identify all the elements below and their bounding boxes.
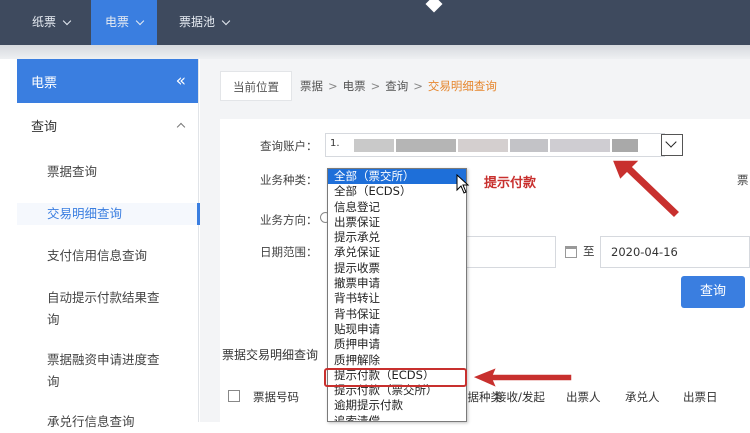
chevron-up-icon — [176, 122, 186, 132]
dropdown-option[interactable]: 背书转让 — [328, 291, 466, 306]
dropdown-option[interactable]: 质押解除 — [328, 353, 466, 368]
tab-paper-bill[interactable]: 纸票 — [18, 0, 84, 45]
dropdown-option[interactable]: 提示承兑 — [328, 230, 466, 245]
tab-label: 纸票 — [32, 15, 57, 29]
sidebar-item-auto-payment-result[interactable]: 自动提示付款结果查询 — [17, 287, 199, 331]
result-section-title: 票据交易明细查询 — [222, 348, 319, 362]
right-edge-label: 票 — [737, 173, 749, 187]
breadcrumb: 当前位置 票据 > 电票 > 查询 > 交易明细查询 — [220, 71, 497, 101]
dropdown-option[interactable]: 信息登记 — [328, 200, 466, 215]
sidebar: 电票 « 查询 票据查询 交易明细查询 支付信用信息查询 自动提示付款结果查询 … — [17, 59, 200, 429]
sidebar-title: 电票 — [31, 75, 58, 91]
annotation-text: 提示付款 — [484, 176, 537, 191]
account-dropdown-arrow[interactable] — [661, 134, 683, 156]
header-shadow — [0, 45, 750, 59]
chevron-down-icon — [221, 16, 231, 25]
sidebar-item-acceptor-info[interactable]: 承兑行信息查询 — [17, 411, 199, 433]
chevron-down-icon — [62, 16, 72, 25]
biz-type-label: 业务种类： — [260, 173, 318, 187]
dropdown-option[interactable]: 逾期提示付款 — [328, 398, 466, 413]
dropdown-option[interactable]: 全部（ECDS） — [328, 184, 466, 199]
masked-account-blur — [354, 139, 394, 152]
account-select[interactable]: 1. — [325, 133, 665, 157]
sidebar-item-financing-progress[interactable]: 票据融资申请进度查询 — [17, 349, 199, 393]
query-button[interactable]: 查询 — [681, 276, 745, 308]
query-panel — [220, 119, 750, 422]
column-header: 承兑人 — [625, 390, 660, 404]
dropdown-option[interactable]: 贴现申请 — [328, 322, 466, 337]
sidebar-group-query[interactable]: 查询 — [17, 103, 198, 147]
account-label: 查询账户： — [260, 139, 318, 153]
breadcrumb-current-position: 当前位置 — [220, 71, 292, 101]
nav-pointer-notch — [425, 0, 443, 13]
sidebar-header: 电票 « — [17, 59, 198, 103]
tab-electronic-bill[interactable]: 电票 — [91, 0, 158, 45]
breadcrumb-item[interactable]: 电票 — [343, 78, 366, 94]
column-header: 票据号码 — [253, 390, 299, 404]
dropdown-option[interactable]: 出票保证 — [328, 215, 466, 230]
top-nav-bar: 纸票 电票 票据池 — [0, 0, 750, 45]
date-to-label: 至 — [583, 244, 595, 258]
date-end-input[interactable]: 2020-04-16 — [600, 236, 750, 268]
sidebar-item-credit-info[interactable]: 支付信用信息查询 — [17, 245, 199, 267]
tab-label: 电票 — [105, 15, 130, 29]
tab-bill-pool[interactable]: 票据池 — [165, 0, 243, 45]
breadcrumb-current-page: 交易明细查询 — [427, 79, 497, 93]
date-start-input[interactable] — [466, 236, 556, 268]
dropdown-option[interactable]: 承兑保证 — [328, 245, 466, 260]
column-header: 出票人 — [566, 390, 601, 404]
direction-label: 业务方向： — [260, 213, 318, 227]
column-header: 接收/发起 — [495, 390, 545, 404]
select-all-checkbox[interactable] — [228, 390, 240, 402]
date-range-label: 日期范围： — [260, 245, 318, 259]
collapse-sidebar-icon[interactable]: « — [176, 72, 186, 90]
dropdown-option[interactable]: 背书保证 — [328, 307, 466, 322]
dropdown-option[interactable]: 撤票申请 — [328, 276, 466, 291]
sidebar-group-label: 查询 — [31, 119, 58, 135]
chevron-down-icon — [135, 16, 145, 25]
breadcrumb-item[interactable]: 票据 — [300, 78, 323, 94]
column-header: 出票日 — [683, 390, 718, 404]
dropdown-option[interactable]: 质押申请 — [328, 337, 466, 352]
breadcrumb-item[interactable]: 查询 — [385, 78, 408, 94]
dropdown-option[interactable]: 提示收票 — [328, 261, 466, 276]
calendar-icon[interactable] — [565, 246, 577, 258]
dropdown-option-selected[interactable]: 全部（票交所） — [328, 169, 466, 185]
dropdown-option[interactable]: 追索清偿 — [328, 414, 466, 421]
sidebar-item-bill-query[interactable]: 票据查询 — [17, 161, 199, 183]
tab-label: 票据池 — [179, 15, 216, 29]
mouse-cursor-icon — [456, 174, 470, 194]
highlight-box — [324, 368, 467, 387]
result-table-header: 票据号码 票据种类 接收/发起 出票人 承兑人 出票日 — [220, 378, 750, 422]
sidebar-item-transaction-detail[interactable]: 交易明细查询 — [17, 203, 200, 225]
account-prefix: 1. — [330, 138, 340, 149]
